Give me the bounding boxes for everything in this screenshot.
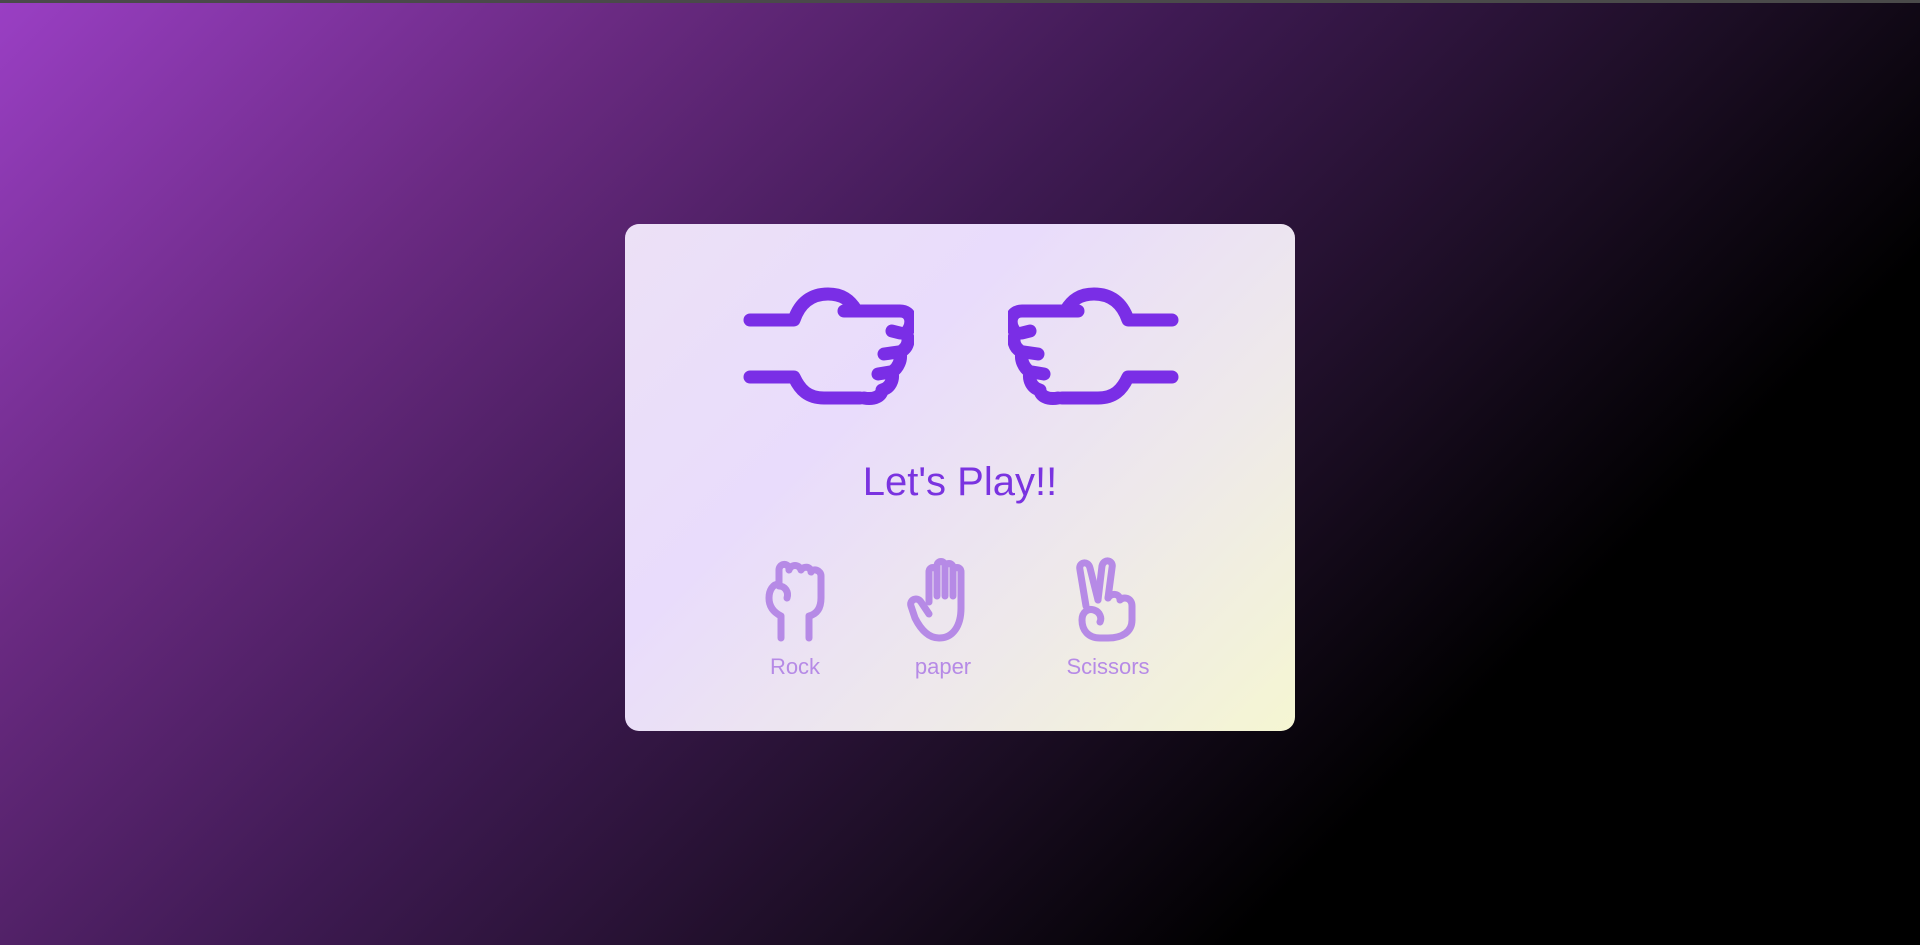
paper-button[interactable]: paper (883, 556, 1003, 678)
paper-label: paper (914, 654, 972, 679)
scissors-button[interactable]: Scissors (1048, 556, 1168, 678)
scissors-label: Scissors (1066, 654, 1150, 679)
computer-hand-icon (1008, 280, 1180, 410)
rock-label: Rock (769, 654, 821, 679)
rock-button[interactable]: Rock (735, 556, 855, 678)
game-card: Let's Play!! Rock paper Scissors (625, 224, 1295, 731)
window-top-border (0, 0, 1920, 3)
result-text: Let's Play!! (862, 460, 1058, 504)
choice-buttons: Rock paper Scissors (625, 556, 1295, 696)
scissors-peace-hand-icon (1076, 557, 1136, 642)
rock-fist-icon (765, 560, 825, 642)
paper-open-hand-icon (907, 558, 965, 642)
player-hand-icon (742, 280, 914, 410)
hands-display (625, 280, 1295, 410)
